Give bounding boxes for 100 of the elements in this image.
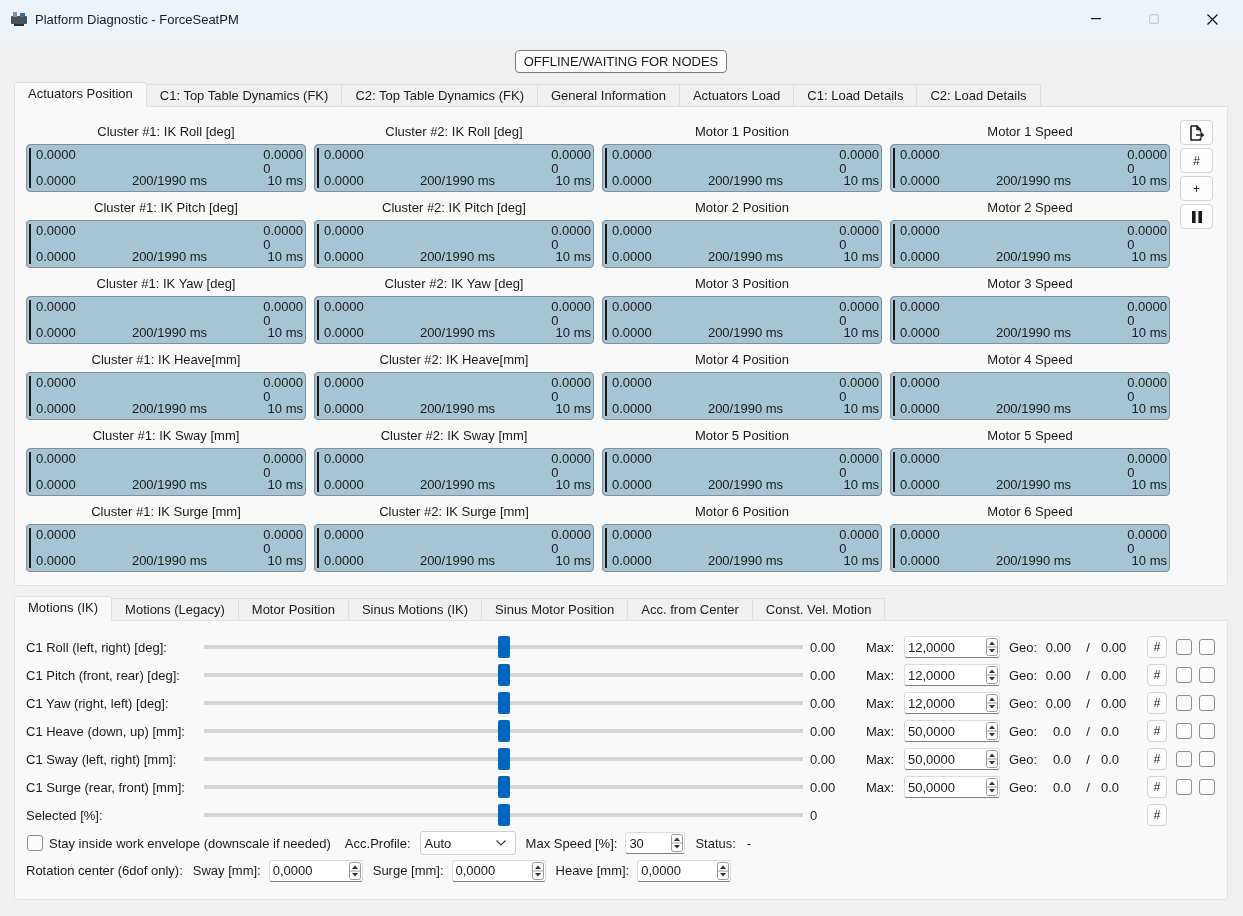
motion-label: C1 Sway (left, right) [mm]: — [26, 751, 178, 767]
plot-value: 0 — [551, 163, 559, 175]
plot-value: 0 — [263, 467, 271, 479]
plot-time-label: 10 ms — [1131, 401, 1167, 417]
checkbox[interactable] — [1176, 751, 1192, 767]
plot-value: 0 — [551, 315, 559, 327]
geo-label: Geo: — [1008, 667, 1039, 683]
hash-button[interactable]: # — [1147, 636, 1167, 658]
plot-value: 0 — [1127, 163, 1135, 175]
plot-value: 0.0000 — [263, 147, 303, 163]
plot-title: Motor 2 Position — [695, 200, 789, 216]
motion-label: C1 Heave (down, up) [mm]: — [26, 723, 186, 739]
max-label: Max: — [866, 695, 896, 711]
slider-thumb[interactable] — [497, 664, 510, 686]
plot-value: 0 — [839, 391, 847, 403]
pause-button[interactable] — [1180, 204, 1213, 229]
tab[interactable]: C2: Top Table Dynamics (FK) — [341, 84, 538, 106]
profile-dropdown[interactable]: Auto — [419, 831, 516, 855]
spin-field[interactable]: 0,0000 — [451, 859, 546, 882]
plot-title: Cluster #2: IK Pitch [deg] — [382, 200, 526, 216]
plot-value: 0.0000 — [263, 451, 303, 467]
slider-thumb[interactable] — [497, 776, 510, 798]
plot-title: Cluster #2: IK Heave[mm] — [379, 352, 529, 368]
status-button[interactable]: OFFLINE/WAITING FOR NODES — [514, 50, 728, 73]
tab[interactable]: Actuators Position — [14, 82, 147, 107]
export-button[interactable] — [1180, 120, 1213, 145]
tab[interactable]: Sinus Motions (IK) — [347, 598, 483, 620]
checkbox[interactable] — [1176, 695, 1192, 711]
slider-thumb[interactable] — [497, 692, 510, 714]
slider-thumb[interactable] — [497, 804, 510, 826]
plot-value: 0.0000 — [900, 477, 940, 493]
checkbox[interactable] — [1199, 723, 1215, 739]
checkbox[interactable] — [1176, 667, 1192, 683]
axis-line — [893, 300, 895, 340]
axis-line — [29, 224, 31, 264]
plot-value: 0.0000 — [36, 147, 76, 163]
plot-value: 0.0000 — [839, 299, 879, 315]
hash-button[interactable]: # — [1147, 776, 1167, 798]
axis-line — [893, 528, 895, 568]
plot-time-label: 200/1990 ms — [419, 173, 496, 189]
tab[interactable]: Const. Vel. Motion — [751, 598, 886, 620]
checkbox[interactable] — [1176, 639, 1192, 655]
checkbox[interactable] — [1199, 779, 1215, 795]
hash-button[interactable]: # — [1147, 692, 1167, 714]
motion-label: C1 Surge (rear, front) [mm]: — [26, 779, 186, 795]
axis-line — [29, 148, 31, 188]
axis-line — [317, 376, 319, 416]
checkbox[interactable] — [27, 835, 43, 851]
slider-thumb[interactable] — [497, 720, 510, 742]
axis-line — [605, 376, 607, 416]
plot-value: 0.0000 — [324, 553, 364, 569]
hash-button[interactable]: # — [1147, 804, 1167, 826]
spin-field[interactable]: 30 — [625, 832, 686, 854]
spin-field[interactable]: 0,0000 — [268, 859, 363, 882]
tab[interactable]: Motions (IK) — [14, 596, 113, 621]
hash-button[interactable]: # — [1147, 720, 1167, 742]
plot-value: 0.0000 — [263, 299, 303, 315]
checkbox[interactable] — [1199, 695, 1215, 711]
spin-field[interactable]: 0,0000 — [637, 859, 732, 882]
plot-title: Motor 5 Position — [695, 428, 789, 444]
plot-time-label: 200/1990 ms — [707, 249, 784, 265]
spin-field[interactable]: 12,0000 — [904, 692, 1000, 714]
hash-button[interactable]: # — [1180, 148, 1213, 173]
plot-value: 0.0000 — [900, 249, 940, 265]
plot-time-label: 10 ms — [555, 401, 591, 417]
field-label: Rotation center (6dof only): — [26, 863, 183, 878]
spin-field[interactable]: 50,0000 — [904, 776, 1000, 798]
plot-value: 0 — [839, 163, 847, 175]
spin-field[interactable]: 50,0000 — [904, 720, 1000, 742]
tab[interactable]: Motions (Legacy) — [111, 598, 239, 620]
motion-label: C1 Yaw (right, left) [deg]: — [26, 695, 170, 711]
hash-button[interactable]: # — [1147, 664, 1167, 686]
tab[interactable]: C2: Load Details — [916, 84, 1041, 106]
plot-title: Cluster #2: IK Surge [mm] — [379, 504, 529, 520]
plot-value: 0 — [551, 239, 559, 251]
hash-button[interactable]: # — [1147, 748, 1167, 770]
spin-arrows-icon — [986, 638, 998, 656]
plot-value: 0.0000 — [839, 223, 879, 239]
spin-field[interactable]: 12,0000 — [904, 664, 1000, 686]
slider-thumb[interactable] — [497, 748, 510, 770]
plot-value: 0 — [263, 543, 271, 555]
checkbox[interactable] — [1176, 779, 1192, 795]
checkbox[interactable] — [1199, 751, 1215, 767]
checkbox[interactable] — [1199, 639, 1215, 655]
max-label: Max: — [866, 723, 896, 739]
plot-value: 0 — [551, 391, 559, 403]
checkbox[interactable] — [1176, 723, 1192, 739]
spin-field[interactable]: 12,0000 — [904, 636, 1000, 658]
spin-arrows-icon — [986, 722, 998, 740]
plot-time-label: 10 ms — [555, 477, 591, 493]
plot-time-label: 10 ms — [843, 325, 879, 341]
tab[interactable]: C1: Top Table Dynamics (FK) — [145, 84, 343, 106]
plus-button[interactable]: + — [1180, 176, 1213, 201]
plot-time-label: 200/1990 ms — [995, 173, 1072, 189]
plot-value: 0.0000 — [900, 451, 940, 467]
checkbox[interactable] — [1199, 667, 1215, 683]
plot-time-label: 200/1990 ms — [131, 401, 208, 417]
slider-thumb[interactable] — [497, 636, 510, 658]
spin-field[interactable]: 50,0000 — [904, 748, 1000, 770]
plot-value: 0 — [1127, 543, 1135, 555]
